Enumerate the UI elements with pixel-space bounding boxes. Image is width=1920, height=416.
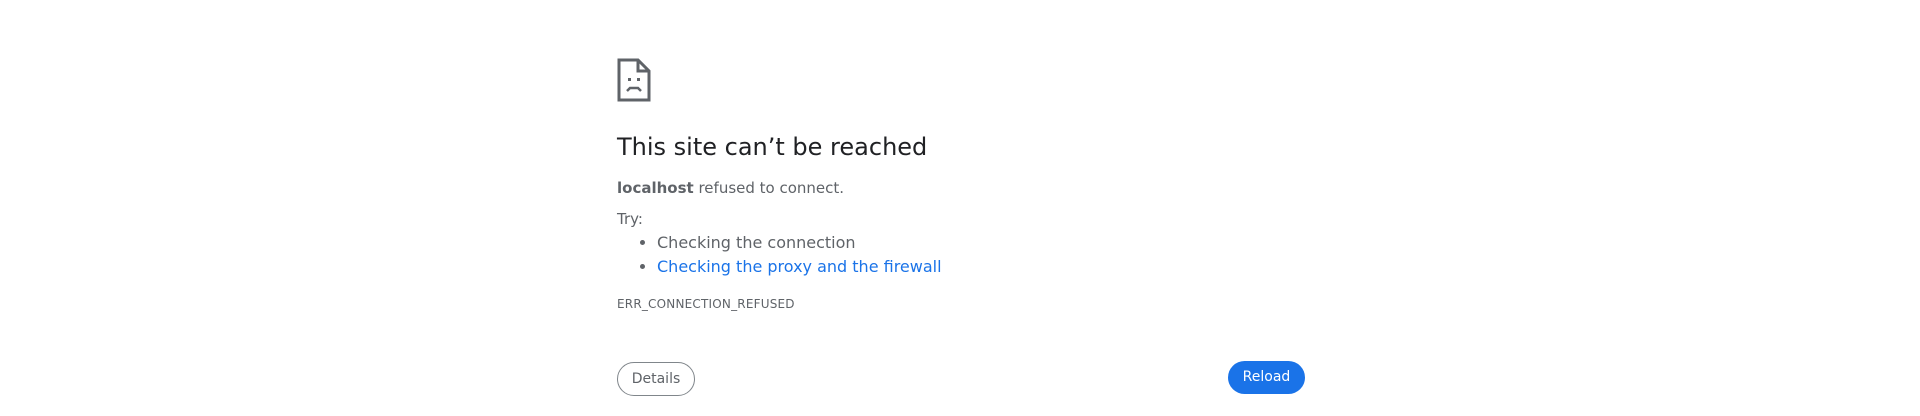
suggestion-label: Checking the connection [657, 233, 856, 252]
error-content: This site can’t be reached localhost ref… [617, 58, 1308, 398]
host-name: localhost [617, 179, 694, 197]
suggestion-check-proxy-firewall: Checking the proxy and the firewall [657, 255, 942, 279]
suggestions-list: Checking the connection Checking the pro… [617, 231, 942, 279]
page-title: This site can’t be reached [617, 133, 928, 161]
error-message: refused to connect. [698, 179, 845, 197]
error-page: This site can’t be reached localhost ref… [0, 0, 1920, 416]
error-summary: localhost refused to connect. [617, 178, 844, 198]
suggestion-check-connection: Checking the connection [657, 231, 942, 255]
try-label: Try: [617, 210, 643, 228]
proxy-firewall-link[interactable]: Checking the proxy and the firewall [657, 257, 942, 276]
details-button[interactable]: Details [617, 362, 695, 396]
reload-button[interactable]: Reload [1228, 361, 1305, 394]
sad-page-icon [617, 58, 651, 102]
error-code: ERR_CONNECTION_REFUSED [617, 297, 795, 311]
